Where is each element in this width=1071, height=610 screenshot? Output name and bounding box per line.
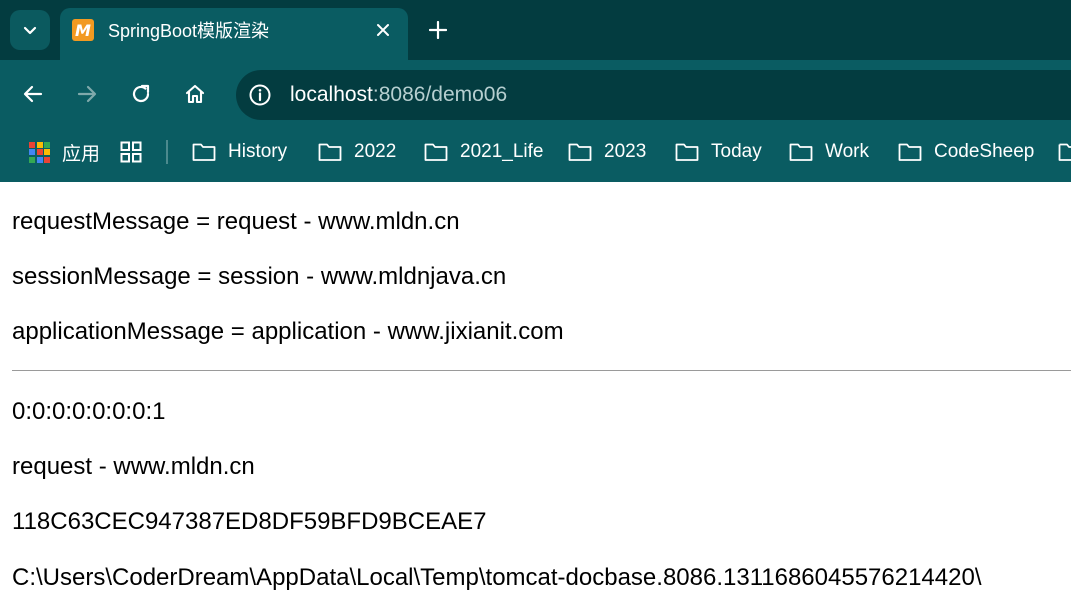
real-path-line: C:\Users\CoderDream\AppData\Local\Temp\t…: [12, 564, 982, 591]
plus-icon: [428, 20, 448, 40]
tab-title: SpringBoot模版渲染: [108, 21, 270, 41]
bookmark-label: 2021_Life: [460, 141, 544, 162]
page-content: requestMessage = request - www.mldn.cn s…: [0, 182, 1071, 610]
bookmark-label: Today: [711, 141, 762, 162]
folder-icon: [568, 143, 592, 161]
grid-icon: [120, 141, 142, 163]
reload-button[interactable]: [123, 76, 159, 112]
bookmark-apps-label: 应用: [62, 143, 101, 165]
close-icon: [377, 24, 389, 36]
application-message-line: applicationMessage = application - www.j…: [12, 318, 564, 345]
tab-close-button[interactable]: [372, 19, 394, 41]
new-tab-button[interactable]: [424, 14, 452, 46]
tab-search-button[interactable]: [10, 10, 50, 50]
folder-icon: [192, 143, 216, 161]
bookmark-label: 2023: [604, 141, 647, 162]
bookmark-folder-today[interactable]: Today: [675, 138, 762, 166]
arrow-left-icon: [23, 85, 43, 103]
folder-icon: [789, 143, 813, 161]
back-button[interactable]: [15, 76, 51, 112]
folder-icon: [898, 143, 922, 161]
bookmark-folder-work[interactable]: Work: [789, 138, 869, 166]
folder-icon: [318, 143, 342, 161]
request-message-line: requestMessage = request - www.mldn.cn: [12, 208, 460, 235]
bookmark-label: CodeSheep: [934, 141, 1035, 162]
remote-address-line: 0:0:0:0:0:0:0:1: [12, 398, 166, 425]
chevron-down-icon: [23, 26, 37, 35]
bookmark-folder-2021-life[interactable]: 2021_Life: [424, 138, 543, 166]
arrow-right-icon: [77, 85, 97, 103]
home-button[interactable]: [177, 76, 213, 112]
bookmark-folder-codesheep[interactable]: CodeSheep: [898, 138, 1034, 166]
forward-button[interactable]: [69, 76, 105, 112]
home-icon: [185, 84, 205, 104]
bookmarks-bar: 应用 History 2022 2021_Life 2023 Today Wor…: [0, 128, 1071, 182]
folder-icon: [1058, 143, 1071, 161]
bookmark-folder-overflow[interactable]: [1058, 138, 1071, 166]
address-bar[interactable]: localhost:8086/demo06: [236, 70, 1071, 120]
browser-toolbar: localhost:8086/demo06: [0, 60, 1071, 128]
info-circle-icon: [249, 84, 271, 106]
bookmark-label: Work: [825, 141, 869, 162]
url-host: localhost: [290, 83, 373, 106]
tab-favicon-icon: M: [72, 19, 94, 41]
url-text: localhost:8086/demo06: [290, 83, 507, 107]
session-id-line: 118C63CEC947387ED8DF59BFD9BCEAE7: [12, 508, 487, 535]
url-path: :8086/demo06: [372, 83, 508, 106]
bookmark-apps[interactable]: 应用: [29, 138, 100, 166]
apps-grid-icon: [29, 141, 50, 163]
bookmark-folder-2023[interactable]: 2023: [568, 138, 646, 166]
tab-strip: M SpringBoot模版渲染: [0, 0, 1071, 60]
bookmark-folder-history[interactable]: History: [192, 138, 287, 166]
horizontal-rule: [12, 370, 1071, 371]
bookmarks-separator: [166, 140, 168, 164]
bookmark-label: History: [228, 141, 288, 162]
site-info-button[interactable]: [248, 83, 272, 107]
reload-icon: [132, 84, 150, 103]
request-attribute-line: request - www.mldn.cn: [12, 453, 255, 480]
bookmark-folder-2022[interactable]: 2022: [318, 138, 396, 166]
active-tab[interactable]: M SpringBoot模版渲染: [60, 8, 408, 60]
tab-groups-button[interactable]: [120, 138, 142, 166]
folder-icon: [675, 143, 699, 161]
bookmark-label: 2022: [354, 141, 397, 162]
folder-icon: [424, 143, 448, 161]
session-message-line: sessionMessage = session - www.mldnjava.…: [12, 263, 507, 290]
